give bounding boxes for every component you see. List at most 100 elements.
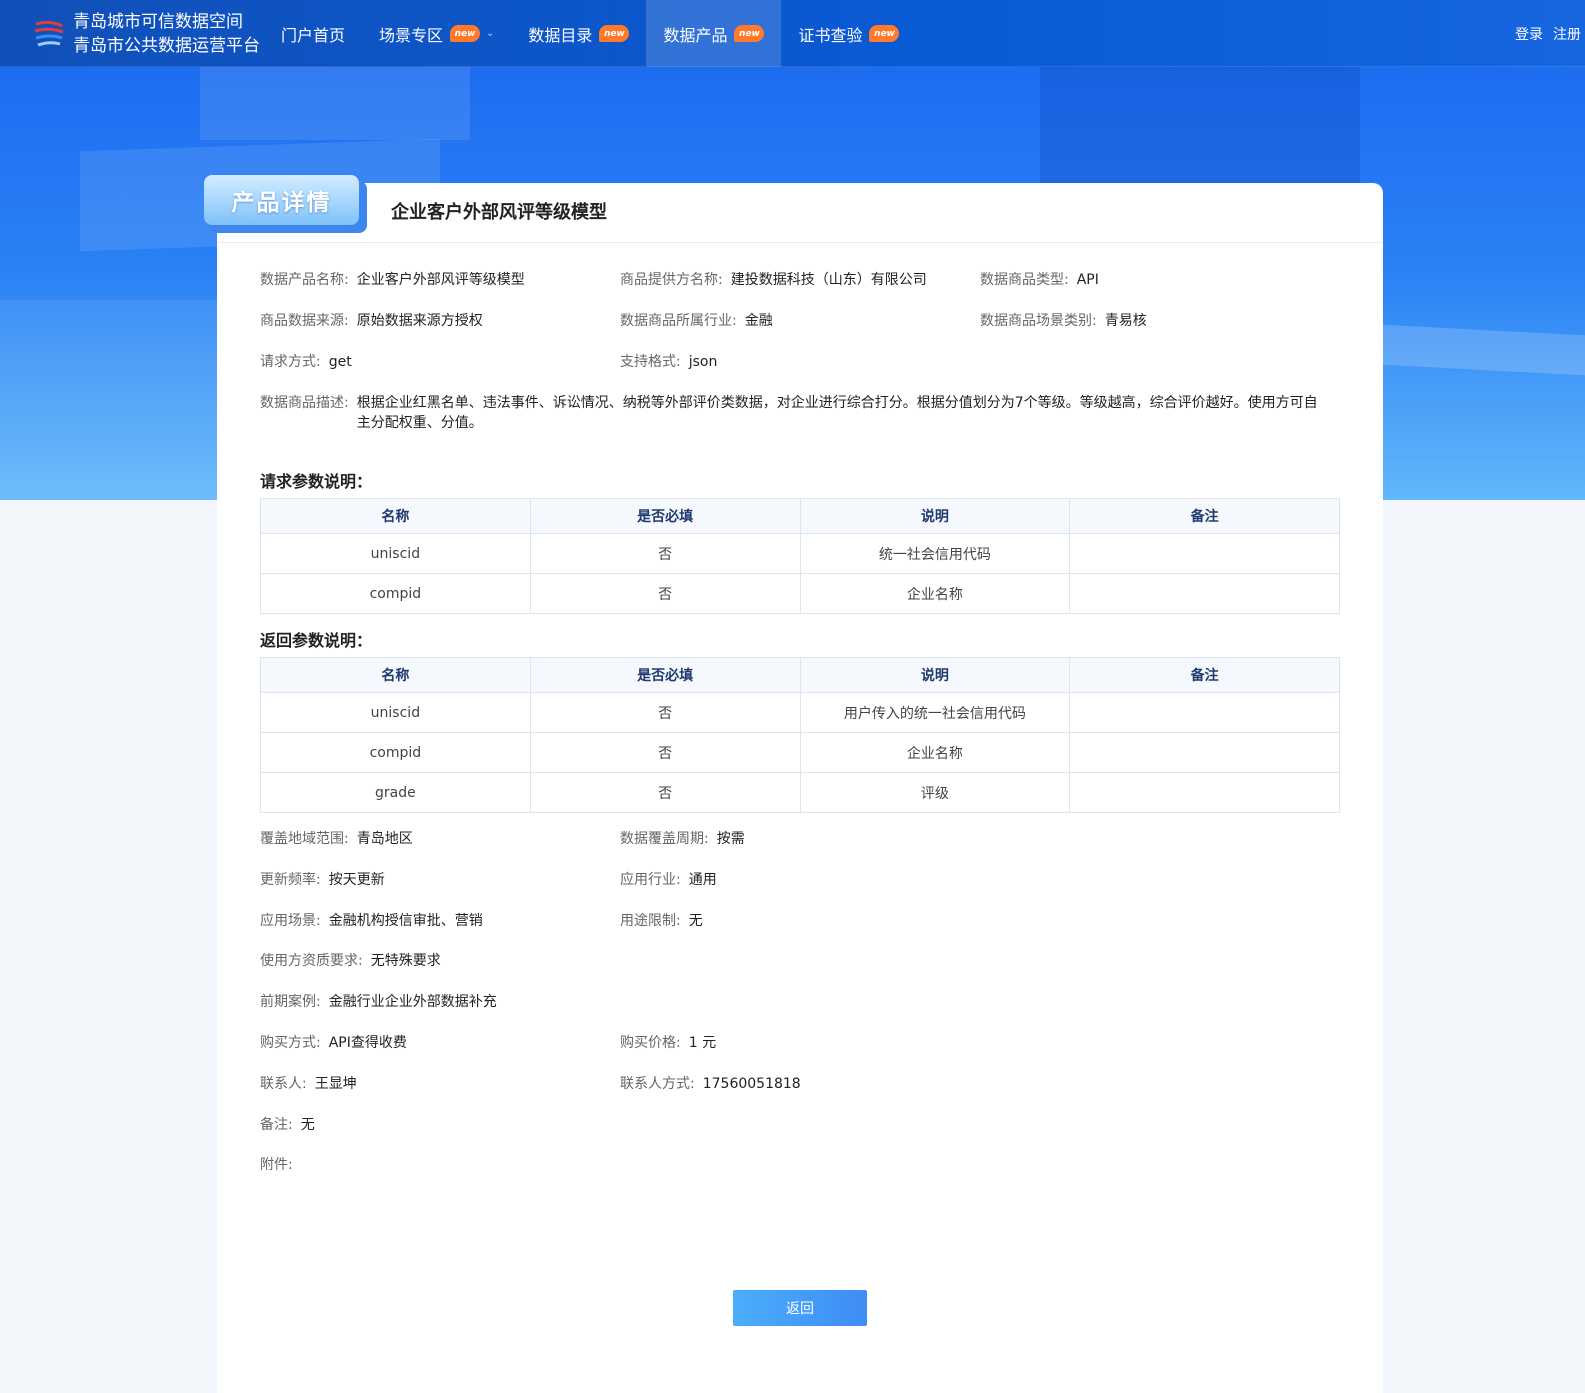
- brand-name[interactable]: 青岛城市可信数据空间 青岛市公共数据运营平台: [73, 10, 260, 58]
- field-label: 前期案例:: [260, 994, 321, 1010]
- nav-item-scenes[interactable]: 场景专区 new ⌄: [362, 0, 511, 67]
- field-value: 建投数据科技（山东）有限公司: [730, 272, 927, 288]
- chevron-down-icon: ⌄: [486, 28, 495, 39]
- nav-item-label: 数据目录: [528, 25, 593, 45]
- nav-item-label: 数据产品: [663, 25, 728, 45]
- field-update-frequency: 更新频率: 按天更新: [260, 870, 385, 890]
- table-cell: uniscid: [260, 533, 531, 574]
- field-remark: 备注: 无: [260, 1115, 315, 1135]
- table-cell: [1069, 573, 1340, 614]
- hero-shape: [0, 300, 220, 500]
- field-value: 根据企业红黑名单、违法事件、诉讼情况、纳税等外部评价类数据，对企业进行综合打分。…: [356, 395, 1318, 431]
- hero-shape: [200, 60, 470, 140]
- field-value: 青易核: [1104, 313, 1147, 329]
- hero-shape: [1040, 60, 1360, 200]
- field-label: 应用行业:: [620, 872, 681, 888]
- field-label: 附件:: [260, 1157, 293, 1173]
- table-cell: 否: [529, 772, 801, 813]
- auth-links: 登录 注册: [1515, 24, 1581, 44]
- new-badge: new: [869, 25, 900, 42]
- table-row: uniscid 否 用户传入的统一社会信用代码: [260, 692, 1340, 733]
- table-cell: [1069, 533, 1340, 574]
- field-label: 数据产品名称:: [260, 272, 349, 288]
- nav-item-catalog[interactable]: 数据目录 new: [511, 0, 646, 67]
- table-cell: 企业名称: [799, 573, 1071, 614]
- field-source: 商品数据来源: 原始数据来源方授权: [260, 311, 483, 331]
- column-header: 说明: [799, 657, 1071, 693]
- field-value: 金融: [744, 313, 773, 329]
- table-cell: 否: [529, 732, 801, 773]
- field-label: 商品数据来源:: [260, 313, 349, 329]
- table-cell: 否: [529, 692, 801, 733]
- nav-item-label: 场景专区: [379, 25, 444, 45]
- field-value: 金融行业企业外部数据补充: [328, 994, 497, 1010]
- field-contact: 联系人: 王显坤: [260, 1074, 357, 1094]
- field-value: 按需: [716, 831, 745, 847]
- column-header: 说明: [799, 498, 1071, 534]
- nav-item-products[interactable]: 数据产品 new: [646, 0, 782, 67]
- field-label: 联系人:: [260, 1076, 307, 1092]
- table-cell: 否: [529, 533, 801, 574]
- field-purchase-method: 购买方式: API查得收费: [260, 1033, 407, 1053]
- field-value: 17560051818: [702, 1076, 801, 1092]
- field-coverage-period: 数据覆盖周期: 按需: [620, 829, 745, 849]
- nav-item-home[interactable]: 门户首页: [264, 0, 362, 67]
- request-params-title: 请求参数说明：: [260, 472, 373, 491]
- product-detail-tag: 产品详情: [204, 175, 367, 233]
- register-link[interactable]: 注册: [1553, 24, 1581, 44]
- nav-item-label: 证书查验: [798, 25, 863, 45]
- top-navigation-bar: 青岛城市可信数据空间 青岛市公共数据运营平台 门户首页 场景专区 new ⌄ 数…: [0, 0, 1585, 67]
- table-cell: 否: [529, 573, 801, 614]
- field-label: 购买方式:: [260, 1035, 321, 1051]
- brand-line2: 青岛市公共数据运营平台: [73, 36, 260, 56]
- column-header: 备注: [1069, 657, 1340, 693]
- field-price: 购买价格: 1 元: [620, 1033, 716, 1053]
- field-label: 联系人方式:: [620, 1076, 695, 1092]
- table-row: compid 否 企业名称: [260, 573, 1340, 614]
- table-cell: compid: [260, 573, 531, 614]
- page-title: 企业客户外部风评等级模型: [391, 202, 607, 223]
- field-value: 按天更新: [328, 872, 385, 888]
- field-value: 原始数据来源方授权: [356, 313, 483, 329]
- nav-item-certificate[interactable]: 证书查验 new: [781, 0, 916, 67]
- new-badge: new: [599, 25, 630, 42]
- tag-label: 产品详情: [204, 175, 359, 225]
- table-header-row: 名称 是否必填 说明 备注: [260, 657, 1340, 693]
- brand-line1: 青岛城市可信数据空间: [73, 12, 243, 32]
- table-cell: grade: [260, 772, 531, 813]
- table-row: compid 否 企业名称: [260, 732, 1340, 773]
- field-type: 数据商品类型: API: [980, 270, 1099, 290]
- column-header: 名称: [260, 498, 531, 534]
- main-nav: 门户首页 场景专区 new ⌄ 数据目录 new 数据产品 new 证书查验 n…: [264, 0, 916, 67]
- table-cell: [1069, 732, 1340, 773]
- field-label: 数据商品场景类别:: [980, 313, 1097, 329]
- field-provider: 商品提供方名称: 建投数据科技（山东）有限公司: [620, 270, 927, 290]
- field-attachment: 附件:: [260, 1155, 301, 1175]
- table-cell: [1069, 772, 1340, 813]
- field-industry: 数据商品所属行业: 金融: [620, 311, 773, 331]
- new-badge: new: [450, 25, 481, 42]
- nav-item-label: 门户首页: [281, 25, 346, 45]
- field-label: 支持格式:: [620, 354, 681, 370]
- table-cell: 企业名称: [799, 732, 1071, 773]
- login-link[interactable]: 登录: [1515, 24, 1543, 44]
- column-header: 备注: [1069, 498, 1340, 534]
- field-value: 无特殊要求: [370, 953, 441, 969]
- field-label: 备注:: [260, 1117, 293, 1133]
- field-label: 数据商品类型:: [980, 272, 1069, 288]
- field-value: get: [328, 354, 352, 370]
- field-description: 数据商品描述: 根据企业红黑名单、违法事件、诉讼情况、纳税等外部评价类数据，对企…: [260, 393, 1325, 433]
- field-value: 无: [688, 913, 703, 929]
- field-value: 无: [300, 1117, 315, 1133]
- field-product-name: 数据产品名称: 企业客户外部风评等级模型: [260, 270, 525, 290]
- platform-logo-icon[interactable]: [32, 18, 66, 50]
- table-row: grade 否 评级: [260, 772, 1340, 813]
- column-header: 是否必填: [529, 657, 801, 693]
- table-header-row: 名称 是否必填 说明 备注: [260, 498, 1340, 534]
- new-badge: new: [734, 25, 765, 42]
- field-label: 使用方资质要求:: [260, 953, 363, 969]
- field-label: 更新频率:: [260, 872, 321, 888]
- field-label: 购买价格:: [620, 1035, 681, 1051]
- back-button[interactable]: 返回: [733, 1290, 867, 1326]
- column-header: 名称: [260, 657, 531, 693]
